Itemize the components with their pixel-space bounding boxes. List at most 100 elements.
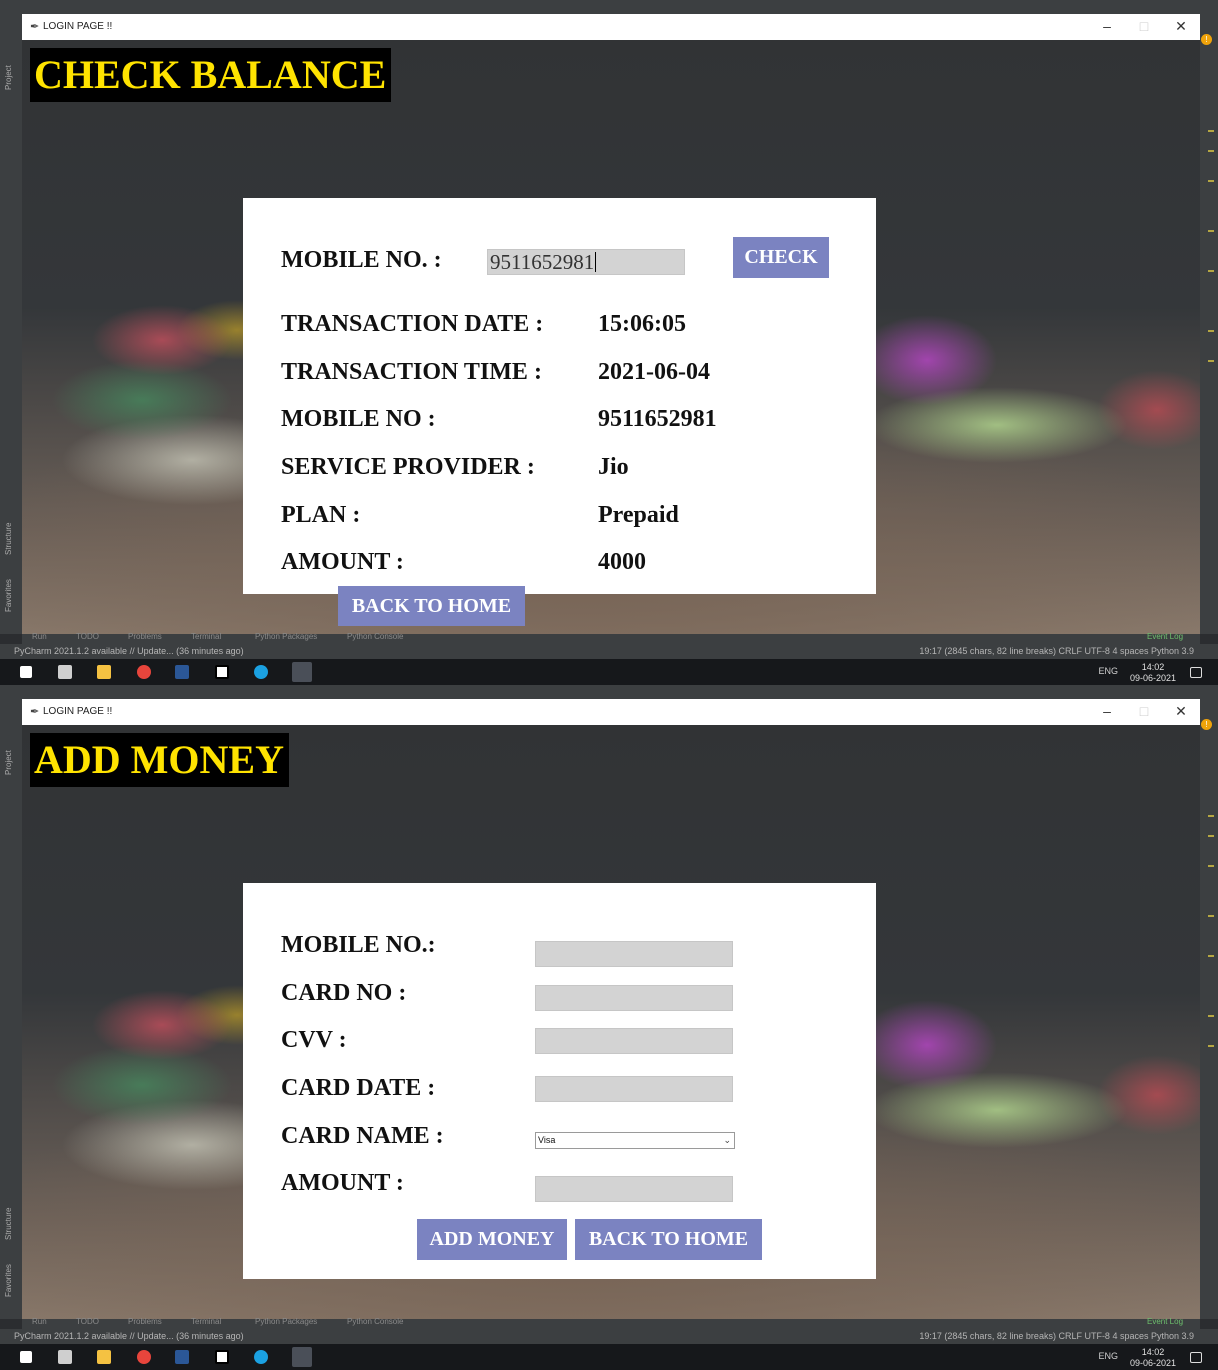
amount-input[interactable] [535, 1176, 733, 1202]
maximize-icon[interactable]: □ [1134, 703, 1154, 719]
tool-todo[interactable]: TODO [76, 1317, 99, 1326]
status-info[interactable]: 19:17 (2845 chars, 82 line breaks) CRLF … [919, 646, 1194, 656]
status-update-message[interactable]: PyCharm 2021.1.2 available // Update... … [14, 1331, 244, 1341]
tool-problems[interactable]: Problems [128, 632, 162, 641]
transaction-date-label: TRANSACTION DATE : [281, 311, 544, 337]
window-title: LOGIN PAGE !! [43, 21, 113, 32]
plan-label: PLAN : [281, 502, 361, 528]
start-icon[interactable] [20, 1351, 32, 1363]
maximize-icon[interactable]: □ [1134, 18, 1154, 34]
notification-icon[interactable]: ! [1201, 34, 1212, 45]
browser-icon[interactable] [254, 665, 268, 679]
action-center-icon[interactable] [1190, 1352, 1202, 1363]
gutter-mark [1208, 865, 1214, 867]
back-to-home-button[interactable]: BACK TO HOME [338, 586, 525, 626]
tool-todo[interactable]: TODO [76, 632, 99, 641]
ide-left-toolbar: Project Structure Favorites [0, 685, 22, 1319]
tool-tab-favorites[interactable]: Favorites [4, 1264, 13, 1297]
add-money-button[interactable]: ADD MONEY [417, 1219, 567, 1260]
tool-tab-structure[interactable]: Structure [4, 523, 13, 555]
windows-taskbar: ENG 14:02 09-06-2021 [0, 659, 1218, 685]
clock-time: 14:02 [1141, 1347, 1165, 1357]
gutter-mark [1208, 230, 1214, 232]
task-view-icon[interactable] [58, 1350, 72, 1364]
app-window: ✒ LOGIN PAGE !! – □ ✕ ADD MONEY MOBILE N… [22, 699, 1200, 1319]
tool-tab-project[interactable]: Project [4, 65, 13, 90]
gutter-mark [1208, 815, 1214, 817]
pycharm-taskbar-icon[interactable] [215, 665, 229, 679]
tool-python-console[interactable]: Python Console [347, 632, 403, 641]
mobile-input[interactable] [535, 941, 733, 967]
minimize-icon[interactable]: – [1097, 703, 1117, 719]
tool-python-packages[interactable]: Python Packages [255, 632, 317, 641]
mobile-label: MOBILE NO.: [281, 932, 436, 958]
card-no-label: CARD NO : [281, 980, 407, 1006]
notification-icon[interactable]: ! [1201, 719, 1212, 730]
ide-top-strip [0, 0, 1218, 14]
chrome-icon[interactable] [137, 1350, 151, 1364]
transaction-date-value: 15:06:05 [598, 311, 686, 337]
status-update-message[interactable]: PyCharm 2021.1.2 available // Update... … [14, 646, 244, 656]
python-app-icon[interactable] [292, 662, 312, 682]
system-tray-language[interactable]: ENG [1098, 666, 1118, 676]
status-info[interactable]: 19:17 (2845 chars, 82 line breaks) CRLF … [919, 1331, 1194, 1341]
word-icon[interactable] [175, 665, 189, 679]
gutter-mark [1208, 915, 1214, 917]
close-icon[interactable]: ✕ [1171, 703, 1191, 720]
text-cursor [595, 252, 597, 272]
system-clock[interactable]: 14:02 09-06-2021 [1130, 662, 1176, 684]
file-explorer-icon[interactable] [97, 1350, 111, 1364]
tool-tab-project[interactable]: Project [4, 750, 13, 775]
mobile-no-label: MOBILE NO : [281, 406, 436, 432]
tool-python-packages[interactable]: Python Packages [255, 1317, 317, 1326]
check-button[interactable]: CHECK [733, 237, 829, 278]
close-icon[interactable]: ✕ [1171, 18, 1191, 35]
clock-date: 09-06-2021 [1129, 673, 1176, 683]
tool-problems[interactable]: Problems [128, 1317, 162, 1326]
card-name-select[interactable]: Visa ⌄ [535, 1132, 735, 1149]
page-heading: CHECK BALANCE [30, 48, 392, 102]
screenshot-check-balance: Project Structure Favorites ! ✒ LOGIN PA… [0, 0, 1218, 685]
word-icon[interactable] [175, 1350, 189, 1364]
system-clock[interactable]: 14:02 09-06-2021 [1130, 1347, 1176, 1369]
cvv-input[interactable] [535, 1028, 733, 1054]
window-content: CHECK BALANCE MOBILE NO. : 9511652981 CH… [22, 40, 1200, 634]
clock-date: 09-06-2021 [1129, 1358, 1176, 1368]
browser-icon[interactable] [254, 1350, 268, 1364]
tool-terminal[interactable]: Terminal [191, 1317, 221, 1326]
gutter-mark [1208, 330, 1214, 332]
clock-time: 14:02 [1141, 662, 1165, 672]
python-app-icon[interactable] [292, 1347, 312, 1367]
check-balance-panel: MOBILE NO. : 9511652981 CHECK TRANSACTIO… [243, 198, 876, 594]
card-date-label: CARD DATE : [281, 1075, 436, 1101]
tool-event-log[interactable]: Event Log [1147, 632, 1183, 641]
start-icon[interactable] [20, 666, 32, 678]
ide-statusbar: PyCharm 2021.1.2 available // Update... … [0, 644, 1218, 659]
card-name-label: CARD NAME : [281, 1123, 444, 1149]
chrome-icon[interactable] [137, 665, 151, 679]
page-heading: ADD MONEY [30, 733, 289, 787]
card-date-input[interactable] [535, 1076, 733, 1102]
tool-python-console[interactable]: Python Console [347, 1317, 403, 1326]
task-view-icon[interactable] [58, 665, 72, 679]
card-no-input[interactable] [535, 985, 733, 1011]
feather-icon: ✒ [30, 706, 40, 718]
tool-tab-favorites[interactable]: Favorites [4, 579, 13, 612]
tool-terminal[interactable]: Terminal [191, 632, 221, 641]
pycharm-taskbar-icon[interactable] [215, 1350, 229, 1364]
amount-value: 4000 [598, 549, 646, 575]
tool-event-log[interactable]: Event Log [1147, 1317, 1183, 1326]
tool-tab-structure[interactable]: Structure [4, 1208, 13, 1240]
mobile-input-value: 9511652981 [490, 250, 595, 274]
file-explorer-icon[interactable] [97, 665, 111, 679]
action-center-icon[interactable] [1190, 667, 1202, 678]
mobile-input[interactable]: 9511652981 [487, 249, 685, 275]
minimize-icon[interactable]: – [1097, 18, 1117, 34]
gutter-mark [1208, 270, 1214, 272]
back-to-home-button[interactable]: BACK TO HOME [575, 1219, 762, 1260]
tool-run[interactable]: Run [32, 1317, 47, 1326]
system-tray-language[interactable]: ENG [1098, 1351, 1118, 1361]
tool-run[interactable]: Run [32, 632, 47, 641]
gutter-mark [1208, 360, 1214, 362]
gutter-mark [1208, 180, 1214, 182]
